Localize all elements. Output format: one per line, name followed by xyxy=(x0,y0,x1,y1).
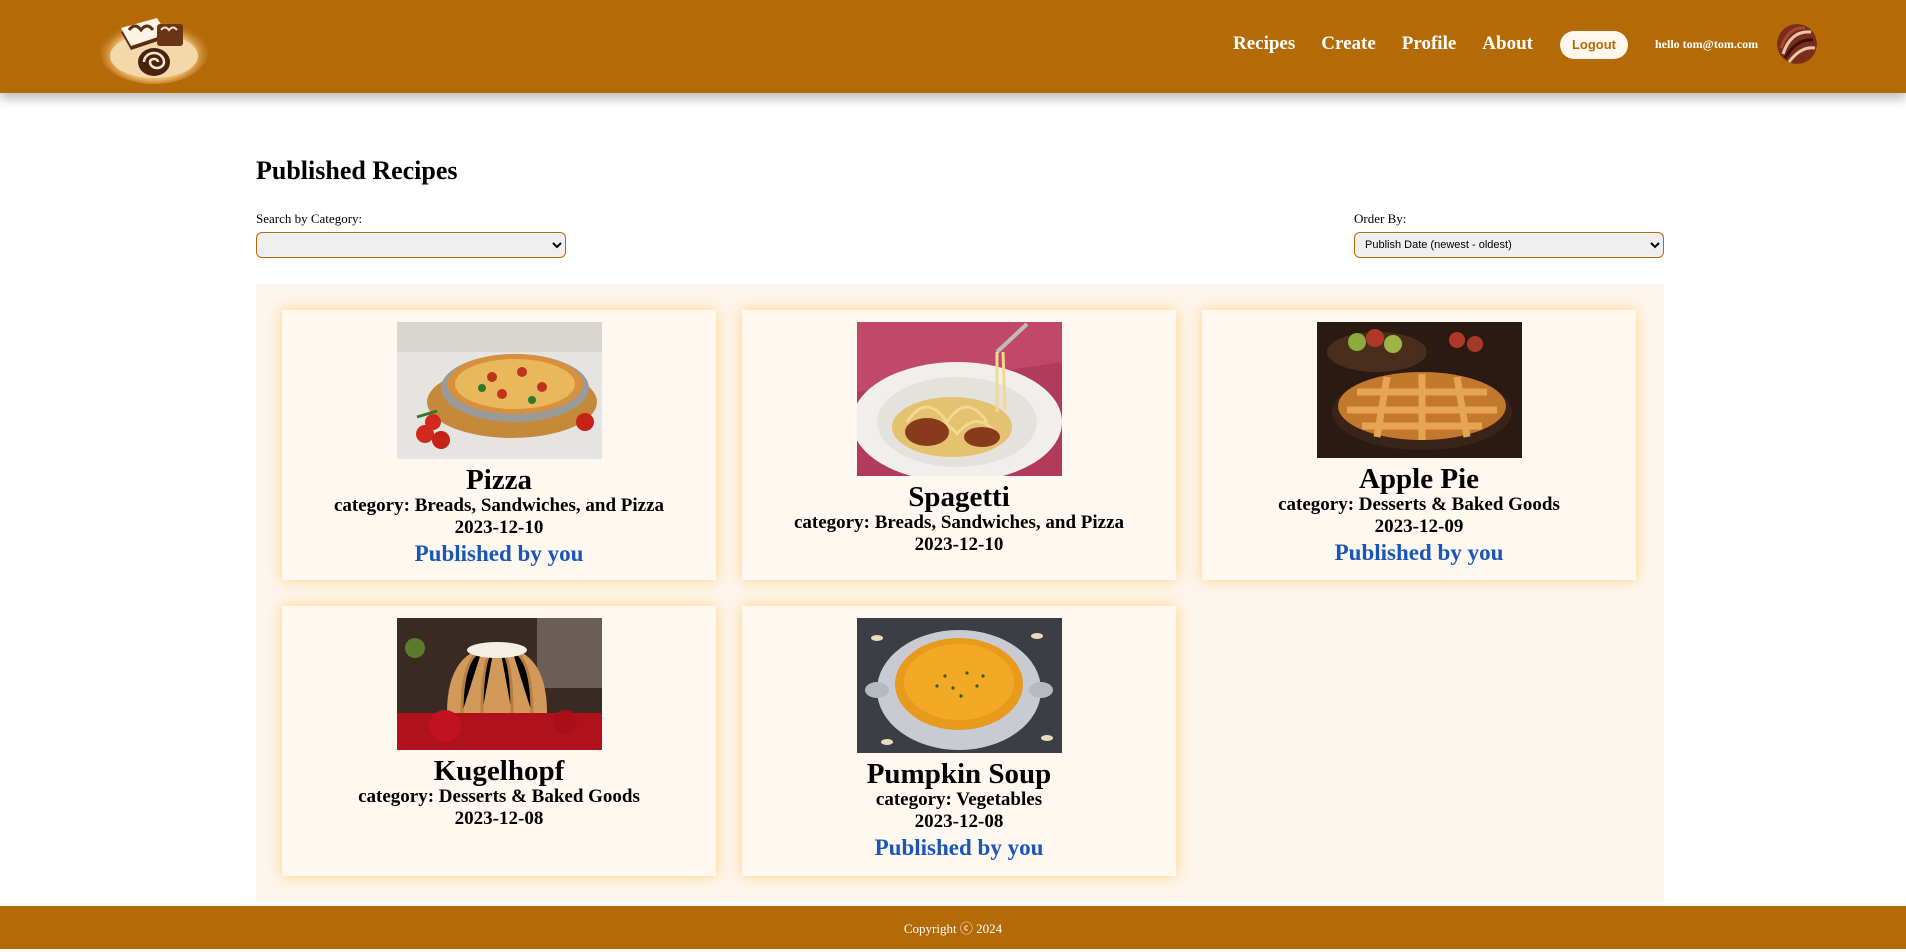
recipe-title[interactable]: Pizza xyxy=(282,465,716,495)
order-filter: Order By: Publish Date (newest - oldest) xyxy=(1354,211,1664,258)
category-filter-label: Search by Category: xyxy=(256,211,363,226)
order-select[interactable]: Publish Date (newest - oldest) xyxy=(1354,232,1664,258)
recipe-card-apple-pie[interactable]: Apple Pie category: Desserts & Baked Goo… xyxy=(1202,310,1636,580)
category-filter: Search by Category: xyxy=(256,211,566,258)
recipe-category: category: Breads, Sandwiches, and Pizza xyxy=(793,512,1125,533)
pizza-image xyxy=(396,322,602,459)
nav-about-link[interactable]: About xyxy=(1482,33,1533,55)
kugelhopf-image xyxy=(396,618,602,750)
recipe-card-pumpkin-soup[interactable]: Pumpkin Soup category: Vegetables 2023-1… xyxy=(742,606,1176,876)
order-filter-label: Order By: xyxy=(1354,211,1407,226)
recipe-date: 2023-12-09 xyxy=(1374,516,1464,537)
main-nav: Recipes Create Profile About xyxy=(1233,33,1559,55)
page-title: Published Recipes xyxy=(256,156,458,185)
logout-button[interactable]: Logout xyxy=(1560,31,1628,59)
recipe-category: category: Desserts & Baked Goods xyxy=(358,786,640,807)
recipe-card-spagetti[interactable]: Spagetti category: Breads, Sandwiches, a… xyxy=(742,310,1176,580)
nav-profile-link[interactable]: Profile xyxy=(1402,33,1457,55)
site-footer: Copyright ⓒ 2024 xyxy=(0,906,1906,949)
recipe-category: category: Vegetables xyxy=(875,789,1043,810)
recipe-title[interactable]: Kugelhopf xyxy=(282,756,716,786)
published-by-badge: Published by you xyxy=(414,541,584,566)
nav-create-link[interactable]: Create xyxy=(1321,33,1376,55)
recipe-grid: Pizza category: Breads, Sandwiches, and … xyxy=(256,284,1664,902)
logo-cake-icon[interactable] xyxy=(99,8,209,84)
apple-pie-image xyxy=(1316,322,1522,458)
spagetti-image xyxy=(856,322,1062,476)
recipe-category: category: Desserts & Baked Goods xyxy=(1278,494,1560,515)
recipe-card-kugelhopf[interactable]: Kugelhopf category: Desserts & Baked Goo… xyxy=(282,606,716,876)
recipe-card-pizza[interactable]: Pizza category: Breads, Sandwiches, and … xyxy=(282,310,716,580)
recipe-date: 2023-12-08 xyxy=(914,811,1004,832)
recipe-title[interactable]: Apple Pie xyxy=(1202,464,1636,494)
site-header: Recipes Create Profile About Logout hell… xyxy=(0,0,1906,93)
category-select[interactable] xyxy=(256,232,566,258)
recipe-date: 2023-12-10 xyxy=(454,517,544,538)
recipe-date: 2023-12-10 xyxy=(914,534,1004,555)
published-by-badge: Published by you xyxy=(1334,540,1504,565)
recipe-category: category: Breads, Sandwiches, and Pizza xyxy=(333,495,665,516)
recipe-date: 2023-12-08 xyxy=(454,808,544,829)
recipe-title[interactable]: Pumpkin Soup xyxy=(742,759,1176,789)
recipe-title[interactable]: Spagetti xyxy=(742,482,1176,512)
nav-recipes-link[interactable]: Recipes xyxy=(1233,33,1295,55)
user-greeting: hello tom@tom.com xyxy=(1655,37,1759,51)
pumpkin-soup-image xyxy=(856,618,1062,753)
avatar[interactable] xyxy=(1777,24,1817,64)
copyright-text: Copyright ⓒ 2024 xyxy=(903,921,1003,936)
published-by-badge: Published by you xyxy=(874,835,1044,860)
